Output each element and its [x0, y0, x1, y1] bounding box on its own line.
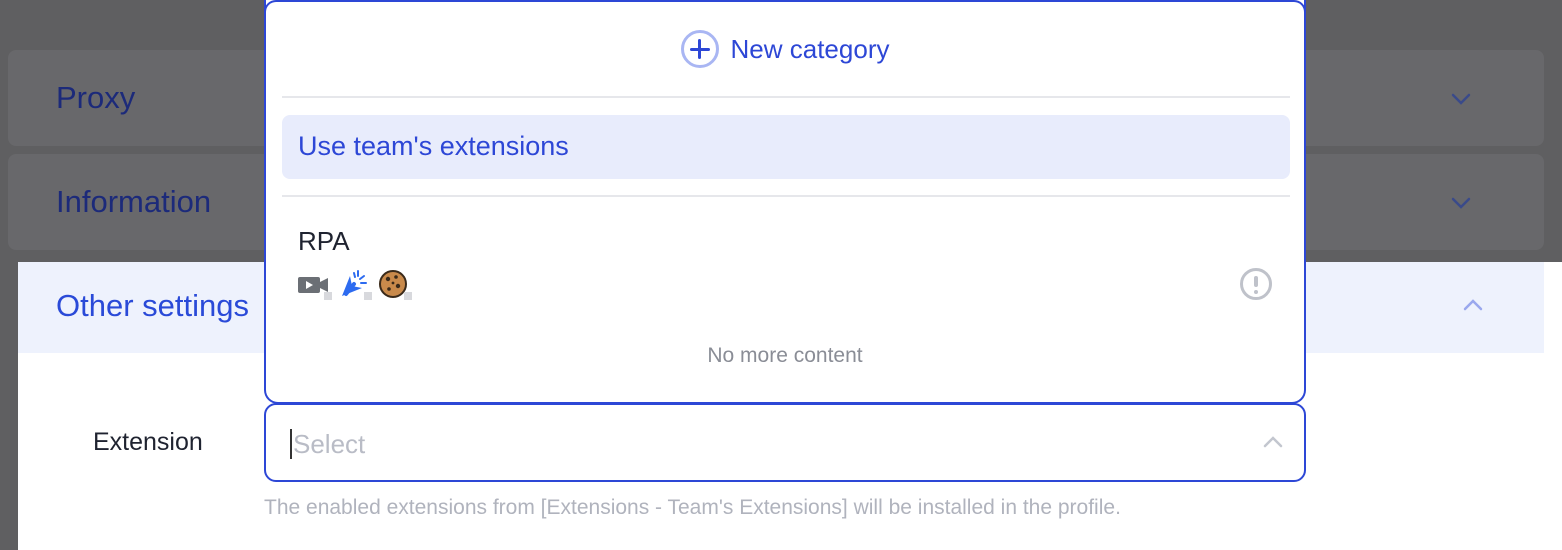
- no-more-content-text: No more content: [707, 344, 863, 367]
- section-other-settings-title: Other settings: [56, 288, 249, 323]
- divider: [282, 96, 1290, 98]
- extension-hint: The enabled extensions from [Extensions …: [264, 496, 1121, 519]
- new-category-button[interactable]: New category: [266, 30, 1304, 68]
- extension-dropdown: New category Use team's extensions RPA N…: [264, 0, 1306, 404]
- extension-select-placeholder: Select: [290, 429, 365, 459]
- use-team-extensions-label: Use team's extensions: [298, 131, 569, 161]
- plus-circle-icon: [680, 30, 719, 68]
- chevron-up-icon[interactable]: [1262, 431, 1284, 453]
- chevron-up-icon[interactable]: [1462, 294, 1484, 316]
- use-team-extensions-option[interactable]: Use team's extensions: [282, 115, 1290, 179]
- new-category-label: New category: [730, 33, 890, 64]
- divider: [282, 195, 1290, 197]
- cookie-icon: [378, 268, 412, 300]
- info-alert-icon[interactable]: [1240, 268, 1272, 300]
- category-rpa-extensions[interactable]: [298, 268, 412, 300]
- chevron-down-icon[interactable]: [1450, 192, 1472, 214]
- category-rpa-label: RPA: [298, 226, 350, 256]
- video-camera-icon: [298, 268, 332, 300]
- section-proxy-title: Proxy: [56, 80, 136, 115]
- chevron-down-icon[interactable]: [1450, 88, 1472, 110]
- extension-select[interactable]: Select: [264, 403, 1306, 482]
- section-information-title: Information: [56, 184, 212, 219]
- dropdown-top-edge: [264, 0, 1306, 14]
- cursor-click-icon: [338, 268, 372, 300]
- extension-label: Extension: [93, 428, 203, 456]
